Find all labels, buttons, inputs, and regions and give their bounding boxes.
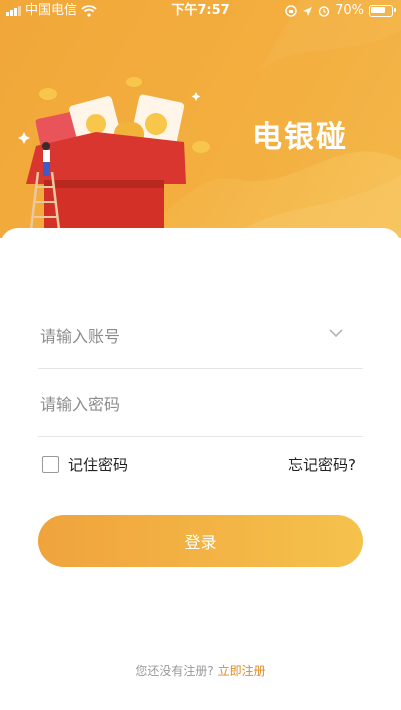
battery-icon [369,5,396,17]
password-input[interactable] [38,370,312,438]
alarm-icon [318,6,330,17]
location-icon [303,6,313,16]
register-link[interactable]: 立即注册 [218,664,266,678]
checkbox-icon[interactable] [42,456,59,473]
account-field[interactable] [38,302,363,370]
remember-password[interactable]: 记住密码 [42,454,128,475]
forgot-password-link[interactable]: 忘记密码? [288,454,356,475]
password-field[interactable] [38,370,363,438]
register-question: 您还没有注册? [135,664,214,678]
register-prompt: 您还没有注册? 立即注册 [0,662,401,679]
account-input[interactable] [38,302,312,370]
header-banner: 中国电信 下午7:57 70% 电银碰 [0,0,401,238]
login-button[interactable]: 登录 [38,515,363,567]
battery-percent: 70% [335,3,364,18]
app-title: 电银碰 [252,120,348,155]
chevron-down-icon[interactable] [329,326,343,340]
gift-box-illustration [18,77,210,238]
remember-label: 记住密码 [68,456,129,474]
status-bar: 中国电信 下午7:57 70% [0,0,401,22]
lock-rotation-icon [285,5,297,17]
